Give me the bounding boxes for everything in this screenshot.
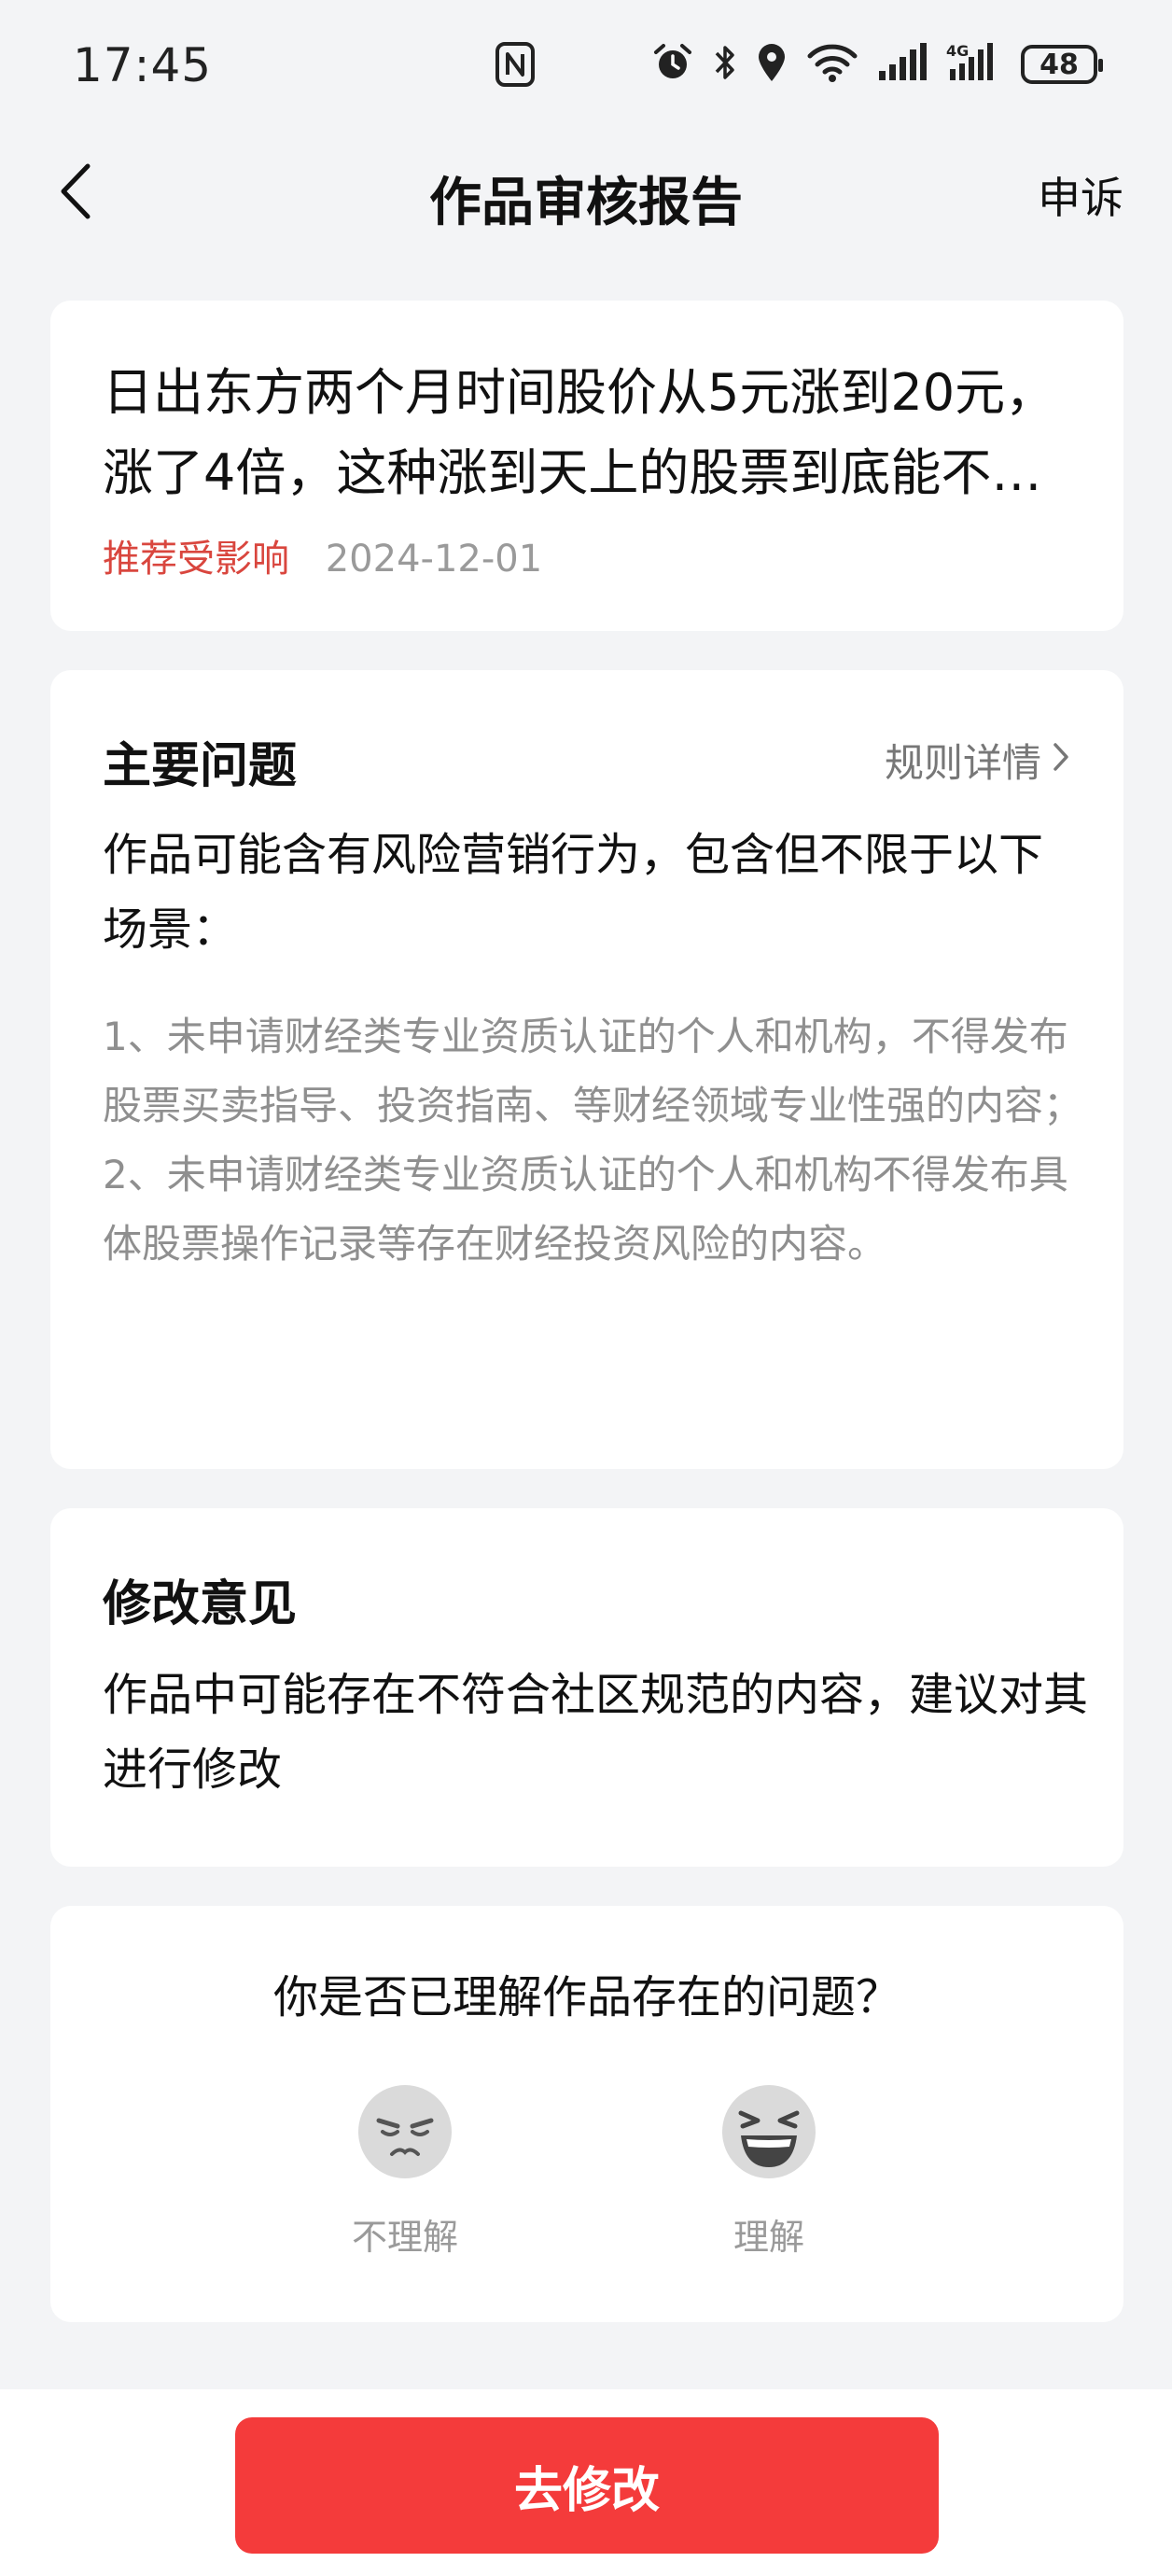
post-title: 日出东方两个月时间股价从5元涨到20元，涨了4倍，这种涨到天上的股票到底能不能买… — [103, 363, 1056, 502]
confused-face-icon — [356, 2083, 453, 2180]
appeal-button[interactable]: 申诉 — [1038, 164, 1123, 226]
rule-details-link[interactable]: 规则详情 — [885, 732, 1071, 789]
understand-option[interactable]: 理解 — [676, 2083, 862, 2260]
rule-item-2: 2、未申请财经类专业资质认证的个人和机构不得发布具体股票操作记录等存在财经投资风… — [103, 1152, 1068, 1267]
rule-details-label: 规则详情 — [884, 740, 1041, 786]
status-bar: 17:45 4G 48 — [0, 0, 1172, 131]
advice-title: 修改意见 — [103, 1576, 298, 1632]
post-meta: 推荐受影响 2024-12-01 — [103, 528, 542, 582]
advice-body: 作品中可能存在不符合社区规范的内容，建议对其进行修改 — [103, 1669, 1089, 1796]
signal-4g-icon: 4G — [946, 41, 1002, 88]
network-type-label: 4G — [946, 42, 969, 60]
not-understand-option[interactable]: 不理解 — [312, 2083, 498, 2260]
status-time: 17:45 — [73, 38, 213, 92]
status-icons: 4G 48 — [651, 41, 1103, 88]
bottom-action-bar: 去修改 — [0, 2389, 1172, 2576]
understand-label: 理解 — [732, 2217, 804, 2258]
post-card[interactable]: 日出东方两个月时间股价从5元涨到20元，涨了4倍，这种涨到天上的股票到底能不能买… — [50, 301, 1123, 631]
issue-rules: 1、未申请财经类专业资质认证的个人和机构，不得发布股票买卖指导、投资指南、等财经… — [103, 1002, 1092, 1279]
nav-bar: 作品审核报告 申诉 — [0, 131, 1172, 252]
feedback-card: 你是否已理解作品存在的问题？ 不理解 理解 — [50, 1906, 1123, 2322]
rule-item-1: 1、未申请财经类专业资质认证的个人和机构，不得发布股票买卖指导、投资指南、等财经… — [103, 1014, 1083, 1128]
issue-summary: 作品可能含有风险营销行为，包含但不限于以下场景： — [103, 829, 1044, 956]
advice-card: 修改意见 作品中可能存在不符合社区规范的内容，建议对其进行修改 — [50, 1508, 1123, 1867]
review-report-page: 17:45 4G 48 作品审核报告 申诉 日出东方两个月时间股价从5元涨到20… — [0, 0, 1172, 2576]
bluetooth-icon — [713, 41, 737, 88]
not-understand-label: 不理解 — [351, 2217, 458, 2258]
page-title: 作品审核报告 — [429, 173, 743, 233]
wifi-icon — [806, 41, 858, 88]
chevron-right-icon — [1051, 737, 1071, 783]
feedback-question: 你是否已理解作品存在的问题？ — [272, 1971, 900, 2023]
battery-level: 48 — [1039, 48, 1079, 81]
signal-icon — [877, 41, 928, 88]
status-badge: 推荐受影响 — [103, 538, 289, 581]
nfc-icon — [495, 41, 536, 91]
location-icon — [756, 41, 788, 88]
alarm-icon — [651, 41, 694, 88]
laughing-face-icon — [720, 2083, 817, 2180]
battery-icon: 48 — [1021, 45, 1103, 84]
main-issue-card: 主要问题 规则详情 作品可能含有风险营销行为，包含但不限于以下场景： 1、未申请… — [50, 670, 1123, 1469]
post-date: 2024-12-01 — [325, 538, 543, 581]
go-edit-button[interactable]: 去修改 — [235, 2417, 939, 2554]
main-issue-title: 主要问题 — [103, 738, 298, 794]
